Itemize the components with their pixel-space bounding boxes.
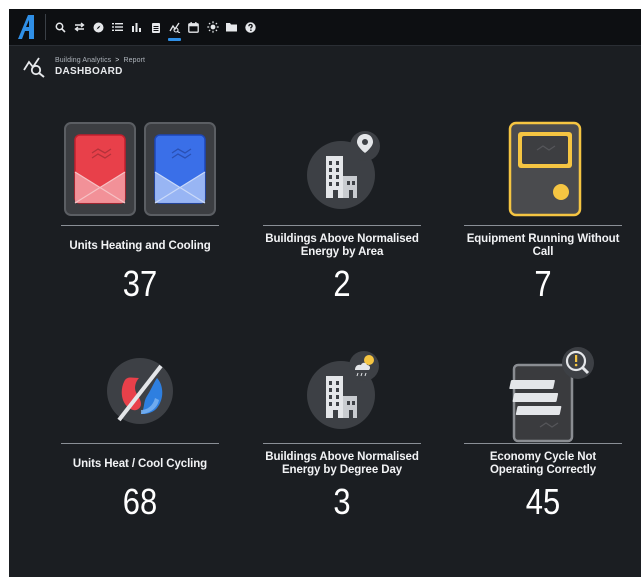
tile-value: 7 (534, 263, 552, 304)
app-window: Building Analytics > Report DASHBOARD Un… (9, 9, 641, 577)
nav-divider (45, 14, 46, 40)
nav-search[interactable] (52, 9, 69, 45)
breadcrumb-root[interactable]: Building Analytics (55, 57, 111, 64)
breadcrumb-group: Building Analytics > Report DASHBOARD (55, 57, 145, 77)
tile-buildings-energy-degree-day[interactable]: Buildings Above Normalised Energy by Deg… (263, 338, 421, 522)
tile-divider (263, 225, 421, 226)
tile-label: Units Heat / Cool Cycling (72, 457, 208, 470)
tile-label: Units Heating and Cooling (69, 239, 211, 252)
tile-value: 37 (122, 263, 158, 304)
tile-value: 2 (333, 263, 351, 304)
search-icon (55, 22, 66, 33)
tile-divider (61, 443, 219, 444)
help-icon (245, 21, 256, 33)
nav-weather[interactable] (204, 9, 221, 45)
nav-help[interactable] (242, 9, 259, 45)
nav-clipboard[interactable] (147, 9, 164, 45)
tile-value: 68 (122, 481, 158, 522)
calendar-icon (188, 21, 199, 33)
breadcrumb: Building Analytics > Report (55, 57, 145, 64)
tile-divider (464, 443, 622, 444)
breadcrumb-separator: > (115, 56, 120, 64)
page-header: Building Analytics > Report DASHBOARD (9, 45, 641, 87)
heating-cooling-units-icon (61, 120, 219, 225)
tile-divider (61, 225, 219, 226)
tile-heat-cool-cycling[interactable]: Units Heat / Cool Cycling 68 (61, 338, 219, 522)
tile-divider (464, 225, 622, 226)
building-area-icon (263, 120, 421, 225)
tile-equipment-running[interactable]: Equipment Running Without Call 7 (464, 120, 622, 304)
tile-label: Buildings Above Normalised Energy by Are… (265, 233, 419, 258)
heat-cool-cycling-icon (61, 338, 219, 443)
economy-cycle-icon (464, 338, 622, 443)
breadcrumb-current: Report (123, 56, 146, 64)
tile-value: 45 (525, 481, 561, 522)
analytics-icon (168, 22, 180, 33)
nav-calendar[interactable] (185, 9, 202, 45)
sun-icon (206, 21, 219, 33)
tile-label: Equipment Running Without Call (466, 233, 620, 258)
page-title: DASHBOARD (55, 65, 123, 77)
top-nav-bar (9, 9, 641, 45)
report-analytics-icon (21, 53, 49, 81)
folder-icon (226, 23, 237, 32)
tile-units-heating-cooling[interactable]: Units Heating and Cooling 37 (61, 120, 219, 304)
clipboard-icon (151, 22, 160, 33)
tile-label: Economy Cycle Not Operating Correctly (489, 451, 597, 476)
nav-charts[interactable] (128, 9, 145, 45)
tile-divider (263, 443, 421, 444)
nav-analytics[interactable] (166, 9, 183, 45)
tile-buildings-energy-area[interactable]: Buildings Above Normalised Energy by Are… (263, 120, 421, 304)
tile-label: Buildings Above Normalised Energy by Deg… (265, 451, 419, 476)
compass-icon (93, 22, 104, 32)
nav-list[interactable] (109, 9, 126, 45)
building-degree-day-icon (263, 338, 421, 443)
nav-icons (52, 9, 259, 45)
equipment-running-icon (464, 120, 622, 225)
nav-files[interactable] (223, 9, 240, 45)
app-logo-icon[interactable] (9, 9, 45, 45)
bar-chart-icon (132, 23, 141, 32)
tile-value: 3 (333, 481, 351, 522)
tile-economy-cycle[interactable]: Economy Cycle Not Operating Correctly 45 (464, 338, 622, 522)
nav-swap[interactable] (71, 9, 88, 45)
swap-icon (74, 22, 85, 32)
list-icon (112, 23, 123, 31)
nav-explore[interactable] (90, 9, 107, 45)
